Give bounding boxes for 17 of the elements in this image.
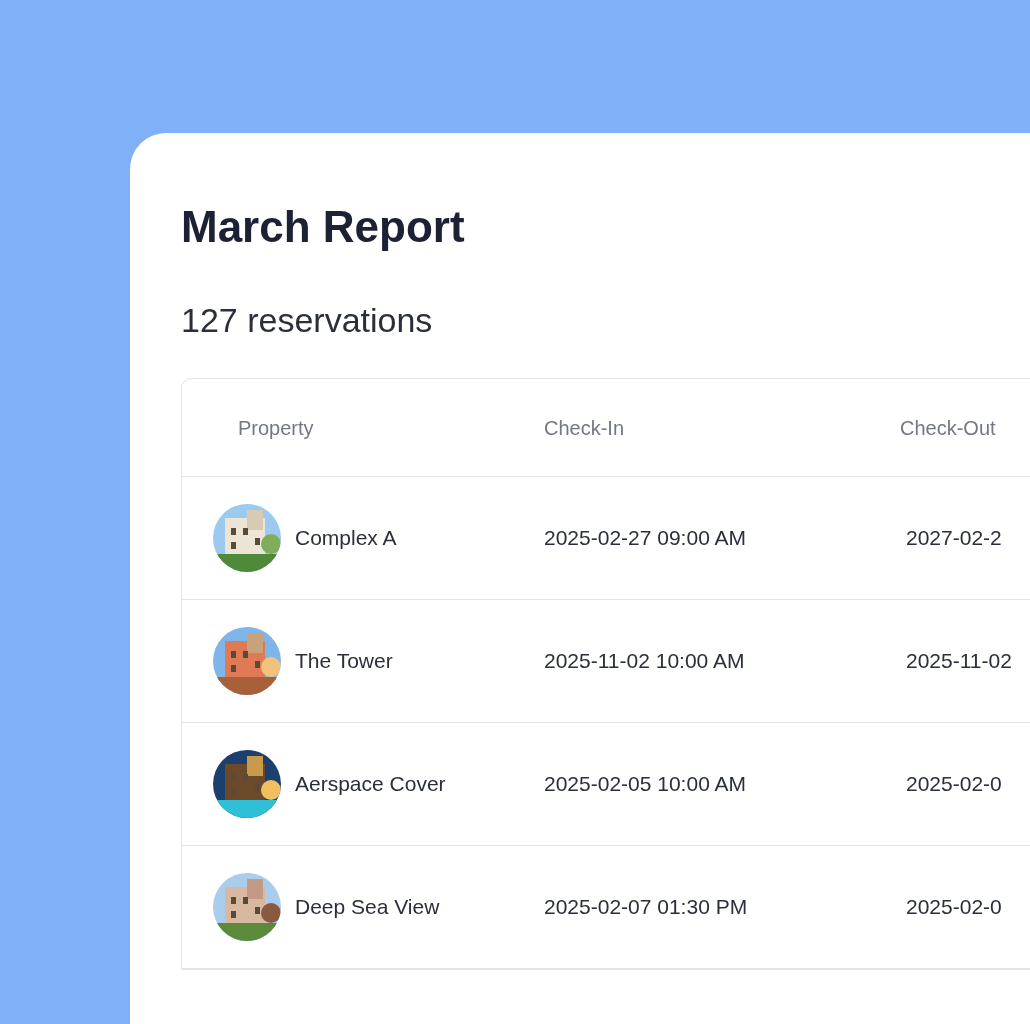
column-header: Property: [237, 415, 315, 441]
table-cell-text: 2025-11-02 10:00 AM: [544, 648, 746, 675]
column-header: Check-Out: [900, 415, 996, 441]
property-name: Complex A: [295, 525, 397, 552]
report-title: March Report: [181, 205, 466, 249]
column-header: Check-In: [544, 415, 626, 441]
table-cell-text: 2025-11-02: [906, 648, 1012, 675]
table-cell-text: 2025-02-0: [906, 894, 1002, 921]
table-cell-text: 2027-02-2: [906, 525, 1002, 552]
table-cell-text: 2025-02-05 10:00 AM: [544, 771, 747, 798]
property-name: Aerspace Cover: [295, 771, 446, 798]
table-cell-text: 2025-02-0: [906, 771, 1002, 798]
reservation-count: 127 reservations: [181, 303, 434, 337]
table-cell-text: 2025-02-07 01:30 PM: [544, 894, 749, 921]
table-cell-text: 2025-02-27 09:00 AM: [544, 525, 747, 552]
property-name: Deep Sea View: [295, 894, 440, 921]
property-name: The Tower: [295, 648, 393, 675]
